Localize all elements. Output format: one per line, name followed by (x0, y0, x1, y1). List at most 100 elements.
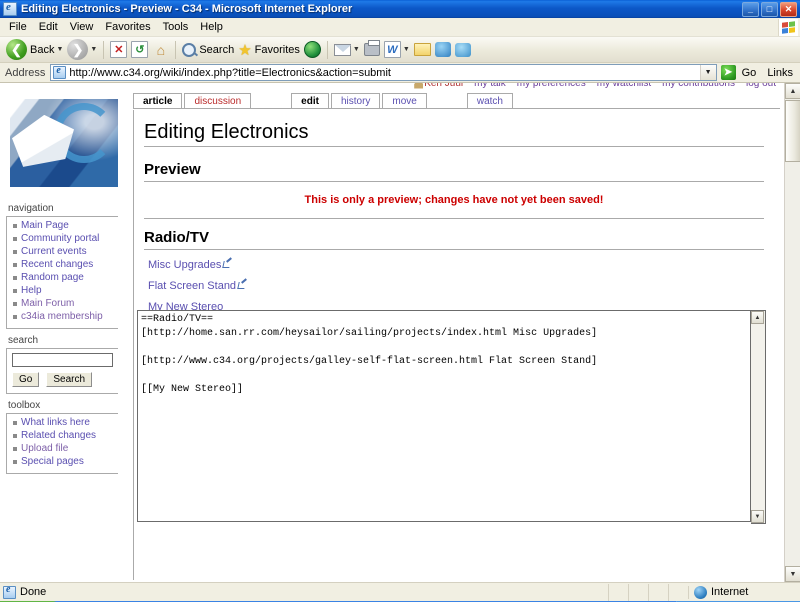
chevron-down-icon[interactable]: ▼ (403, 46, 410, 53)
close-button[interactable]: ✕ (780, 1, 797, 17)
stop-button[interactable]: ✕ (108, 39, 129, 61)
address-input[interactable]: http://www.c34.org/wiki/index.php?title=… (50, 64, 717, 81)
menu-item-edit[interactable]: Edit (33, 19, 64, 35)
link-misc-upgrades[interactable]: Misc Upgrades (148, 259, 221, 271)
page-scrollbar[interactable]: ▲ ▼ (784, 83, 800, 582)
search-heading: search (8, 335, 39, 346)
user-link[interactable]: Ken Juul (414, 83, 463, 89)
list-item[interactable]: Current events (13, 246, 118, 258)
search-button[interactable]: Search (180, 39, 236, 61)
my-contributions-link[interactable]: my contributions (662, 83, 735, 89)
content-link-row: Flat Screen Stand (148, 280, 764, 292)
wikitext-editor-textarea[interactable]: ==Radio/TV== [http://home.san.rr.com/hey… (137, 310, 751, 522)
site-logo[interactable] (6, 85, 122, 203)
list-item[interactable]: Help (13, 285, 118, 297)
tab-discussion[interactable]: discussion (184, 93, 252, 108)
address-dropdown-button[interactable]: ▼ (699, 65, 716, 80)
media-globe-icon (303, 41, 321, 58)
window-title-bar[interactable]: Editing Electronics - Preview - C34 - Mi… (0, 0, 800, 18)
windows-logo-button[interactable] (778, 19, 798, 36)
search-input[interactable] (12, 353, 113, 367)
chevron-down-icon[interactable]: ▼ (353, 46, 360, 53)
sidebar-item-upload-file[interactable]: Upload file (21, 443, 68, 454)
forward-button[interactable]: ❯ ▼ (65, 39, 99, 61)
chevron-down-icon[interactable]: ▼ (56, 46, 63, 53)
scroll-up-button[interactable]: ▲ (751, 311, 764, 324)
list-item[interactable]: Random page (13, 272, 118, 284)
sidebar-item-random-page[interactable]: Random page (21, 272, 84, 283)
status-panel (608, 583, 628, 601)
preview-heading: Preview (144, 161, 764, 182)
list-item[interactable]: Community portal (13, 233, 118, 245)
link-flat-screen-stand[interactable]: Flat Screen Stand (148, 280, 236, 292)
preview-warning: This is only a preview; changes have not… (304, 194, 604, 206)
sidebar-item-community-portal[interactable]: Community portal (21, 233, 99, 244)
list-item[interactable]: Main Page (13, 220, 118, 232)
media-button[interactable] (302, 39, 323, 61)
sidebar-item-main-page[interactable]: Main Page (21, 220, 69, 231)
sidebar-item-what-links-here[interactable]: What links here (21, 417, 90, 428)
page-scroll-up-button[interactable]: ▲ (785, 83, 800, 99)
username-link[interactable]: Ken Juul (424, 83, 463, 89)
my-talk-link[interactable]: my talk (474, 83, 506, 89)
menu-item-file[interactable]: File (3, 19, 33, 35)
window-title: Editing Electronics - Preview - C34 - Mi… (21, 3, 353, 15)
page-tabs: article discussion edit history move wat… (133, 93, 780, 109)
sidebar-item-recent-changes[interactable]: Recent changes (21, 259, 93, 270)
navigation-heading: navigation (8, 203, 54, 214)
my-preferences-link[interactable]: my preferences (517, 83, 586, 89)
list-item[interactable]: What links here (13, 417, 118, 429)
list-item[interactable]: Related changes (13, 430, 118, 442)
back-button[interactable]: ❮ Back ▼ (4, 39, 65, 61)
mail-button[interactable]: ▼ (332, 39, 362, 61)
page-icon (53, 65, 67, 79)
tab-article[interactable]: article (133, 93, 183, 108)
security-zone[interactable]: Internet (688, 585, 800, 599)
messenger-icon (454, 42, 471, 57)
sidebar-item-c34ia-membership[interactable]: c34ia membership (21, 311, 103, 322)
my-watchlist-link[interactable]: my watchlist (597, 83, 651, 89)
sidebar-item-related-changes[interactable]: Related changes (21, 430, 96, 441)
list-item[interactable]: Special pages (13, 456, 118, 468)
sidebar-item-current-events[interactable]: Current events (21, 246, 87, 257)
textarea-scrollbar[interactable]: ▲ ▼ (751, 310, 766, 524)
page-scroll-down-button[interactable]: ▼ (785, 566, 800, 582)
menu-item-view[interactable]: View (64, 19, 100, 35)
sidebar-item-help[interactable]: Help (21, 285, 42, 296)
go-button[interactable]: ➤ Go (717, 65, 763, 80)
minimize-button[interactable]: _ (742, 1, 759, 17)
restore-button[interactable]: □ (761, 1, 778, 17)
sidebar-item-special-pages[interactable]: Special pages (21, 456, 84, 467)
menu-item-favorites[interactable]: Favorites (99, 19, 156, 35)
menu-item-help[interactable]: Help (194, 19, 229, 35)
list-item[interactable]: Recent changes (13, 259, 118, 271)
scroll-down-button[interactable]: ▼ (751, 510, 764, 523)
sidebar-item-main-forum[interactable]: Main Forum (21, 298, 74, 309)
tab-watch[interactable]: watch (466, 93, 513, 108)
list-item[interactable]: Main Forum (13, 298, 118, 310)
scrollbar-track[interactable] (751, 324, 765, 510)
folder-button[interactable] (412, 39, 433, 61)
page-status-icon (3, 584, 16, 599)
edit-page-button[interactable]: W ▼ (382, 39, 412, 61)
search-submit-button[interactable]: Search (46, 372, 93, 387)
refresh-button[interactable]: ↺ (129, 39, 150, 61)
messenger-button[interactable] (453, 39, 473, 61)
home-icon: ⌂ (156, 41, 166, 58)
menu-item-tools[interactable]: Tools (157, 19, 195, 35)
favorites-button[interactable]: ★ Favorites (236, 39, 302, 61)
section-heading-radio-tv: Radio/TV (144, 229, 764, 250)
tab-move[interactable]: move (382, 93, 427, 108)
tab-history[interactable]: history (330, 93, 381, 108)
list-item[interactable]: c34ia membership (13, 311, 118, 323)
page-scroll-thumb[interactable] (785, 100, 800, 162)
chevron-down-icon[interactable]: ▼ (90, 46, 97, 53)
print-button[interactable] (362, 39, 382, 61)
list-item[interactable]: Upload file (13, 443, 118, 455)
tab-edit[interactable]: edit (291, 93, 329, 108)
home-button[interactable]: ⌂ (150, 39, 171, 61)
research-button[interactable] (433, 39, 453, 61)
log-out-link[interactable]: log out (746, 83, 776, 89)
links-button[interactable]: Links (762, 67, 798, 79)
search-go-button[interactable]: Go (12, 372, 40, 387)
